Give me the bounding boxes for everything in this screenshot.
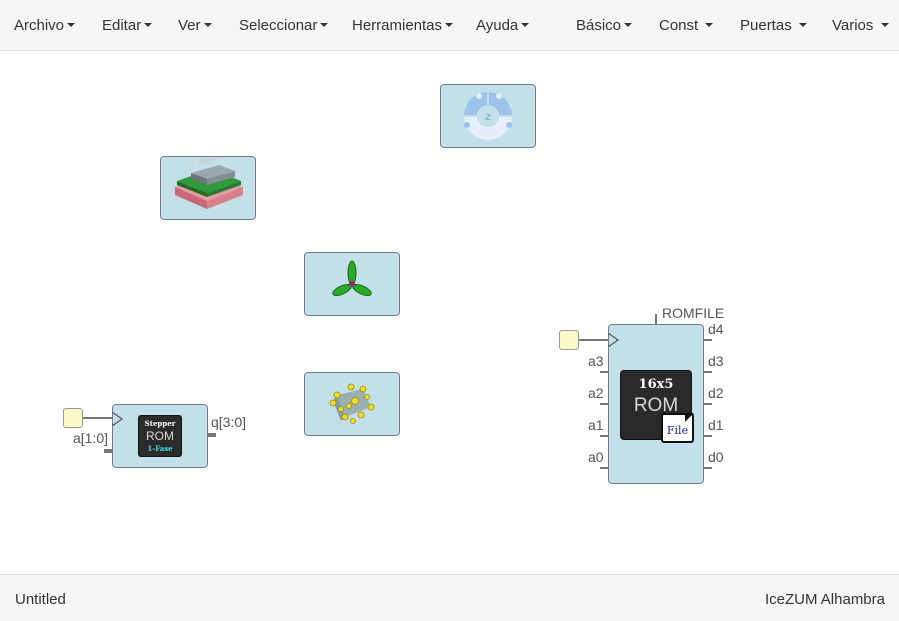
clock-arrow-icon bbox=[112, 412, 124, 426]
port-label-d3: d3 bbox=[708, 353, 724, 369]
molecule-block[interactable] bbox=[304, 372, 400, 436]
port-label-d1: d1 bbox=[708, 417, 724, 433]
caret-down-icon bbox=[880, 23, 889, 28]
port-label-a0: a0 bbox=[588, 449, 604, 465]
menu-basico[interactable]: Básico bbox=[576, 17, 633, 34]
stepper-rom-chip: Stepper ROM 1-Fase bbox=[139, 416, 181, 456]
stepper-chip-sub: 1-Fase bbox=[147, 444, 173, 453]
rom-chip-title: 16x5 bbox=[638, 377, 674, 392]
port-label-d0: d0 bbox=[708, 449, 724, 465]
menu-puertas-label: Puertas bbox=[740, 17, 792, 34]
menu-ver-label: Ver bbox=[178, 17, 201, 34]
board-layers-block[interactable] bbox=[160, 152, 256, 220]
menu-const-label: Const bbox=[659, 17, 699, 34]
clock-arrow-icon bbox=[608, 333, 620, 347]
file-icon: File bbox=[661, 413, 694, 443]
param-wire bbox=[655, 314, 657, 324]
caret-down-icon bbox=[320, 23, 329, 28]
svg-text:z: z bbox=[485, 110, 491, 123]
menu-varios-label: Varios bbox=[832, 17, 874, 34]
port-stub-d0 bbox=[704, 467, 712, 469]
molecule-icon bbox=[329, 383, 375, 424]
port-stub-d1 bbox=[704, 435, 712, 437]
design-canvas[interactable]: z Stepper ROM 1-Fase a[1:0] q[3:0] ROMFI… bbox=[0, 51, 899, 574]
port-stub-a2 bbox=[600, 403, 608, 405]
port-stub-d2 bbox=[704, 403, 712, 405]
menu-puertas[interactable]: Puertas bbox=[740, 17, 807, 34]
port-label-q: q[3:0] bbox=[211, 414, 247, 430]
status-bar: Untitled IceZUM Alhambra bbox=[0, 574, 899, 621]
menu-varios[interactable]: Varios bbox=[832, 17, 889, 34]
stepper-chip-main: ROM bbox=[146, 429, 174, 443]
menu-archivo-label: Archivo bbox=[14, 17, 65, 34]
rom-16x5-block[interactable]: 16x5 ROM File bbox=[608, 324, 704, 484]
menu-ayuda[interactable]: Ayuda bbox=[476, 17, 530, 34]
caret-down-icon bbox=[144, 23, 153, 28]
menu-ver[interactable]: Ver bbox=[178, 17, 212, 34]
menu-herramientas[interactable]: Herramientas bbox=[352, 17, 454, 34]
caret-down-icon bbox=[445, 23, 454, 28]
menu-archivo[interactable]: Archivo bbox=[14, 17, 76, 34]
port-stub-a3 bbox=[600, 371, 608, 373]
caret-down-icon bbox=[67, 23, 76, 28]
input-wire bbox=[83, 417, 112, 419]
port-stub-q bbox=[208, 433, 216, 437]
menu-ayuda-label: Ayuda bbox=[476, 17, 519, 34]
caret-down-icon bbox=[521, 23, 530, 28]
port-label-a: a[1:0] bbox=[73, 430, 109, 446]
port-label-a3: a3 bbox=[588, 353, 604, 369]
propeller-block[interactable] bbox=[304, 252, 400, 316]
stepper-chip-title: Stepper bbox=[144, 419, 176, 428]
param-label-romfile: ROMFILE bbox=[662, 305, 725, 321]
menu-bar: Archivo Editar Ver Seleccionar Herramien… bbox=[0, 0, 899, 51]
input-pin-large[interactable] bbox=[559, 330, 579, 350]
menu-const[interactable]: Const bbox=[659, 17, 714, 34]
file-label: File bbox=[666, 424, 689, 437]
port-label-a1: a1 bbox=[588, 417, 604, 433]
menu-editar-label: Editar bbox=[102, 17, 142, 34]
menu-herramientas-label: Herramientas bbox=[352, 17, 443, 34]
caret-down-icon bbox=[798, 23, 807, 28]
clock-wire bbox=[579, 339, 608, 341]
menu-basico-label: Básico bbox=[576, 17, 622, 34]
port-stub-a0 bbox=[600, 467, 608, 469]
menu-seleccionar-label: Seleccionar bbox=[239, 17, 318, 34]
board-name[interactable]: IceZUM Alhambra bbox=[765, 591, 885, 608]
stepper-rom-block[interactable]: Stepper ROM 1-Fase bbox=[112, 404, 208, 468]
port-stub-a bbox=[104, 449, 112, 453]
port-label-d2: d2 bbox=[708, 385, 724, 401]
collection-block[interactable]: z bbox=[440, 84, 536, 148]
port-stub-d3 bbox=[704, 371, 712, 373]
puzzle-ring-icon: z bbox=[464, 92, 512, 140]
port-stub-d4 bbox=[704, 339, 712, 341]
caret-down-icon bbox=[203, 23, 212, 28]
caret-down-icon bbox=[624, 23, 633, 28]
pcb-layers-icon bbox=[175, 152, 243, 209]
menu-editar[interactable]: Editar bbox=[102, 17, 153, 34]
menu-seleccionar[interactable]: Seleccionar bbox=[239, 17, 329, 34]
propeller-icon bbox=[332, 260, 372, 297]
caret-down-icon bbox=[705, 23, 714, 28]
file-name: Untitled bbox=[15, 591, 66, 608]
port-stub-a1 bbox=[600, 435, 608, 437]
port-label-a2: a2 bbox=[588, 385, 604, 401]
input-pin-small[interactable] bbox=[63, 408, 83, 428]
port-label-d4: d4 bbox=[708, 321, 724, 337]
